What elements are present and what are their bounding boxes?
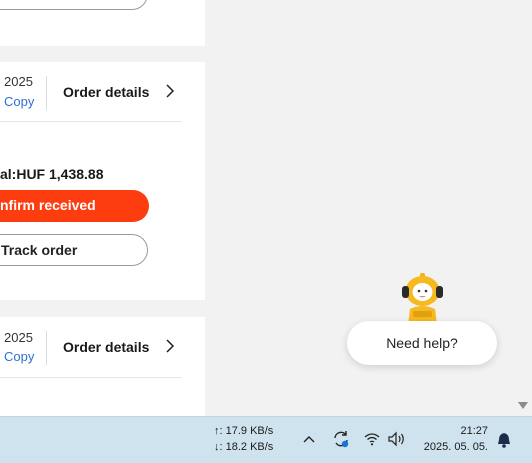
order-card — [0, 0, 205, 46]
network-upload-speed: ↑: 17.9 KB/s — [214, 425, 274, 437]
track-order-button[interactable]: Track order — [0, 234, 148, 266]
order-card: 2025 Copy Order details al:HUF 1,438.88 … — [0, 62, 205, 300]
assistant-robot-icon[interactable] — [400, 273, 446, 325]
taskbar-time[interactable]: 21:27 — [460, 425, 488, 437]
taskbar: ↑: 17.9 KB/s ↓: 18.2 KB/s 21:27 2025. 05… — [0, 416, 532, 463]
divider — [0, 377, 182, 378]
order-details-link[interactable]: Order details — [63, 84, 149, 100]
order-details-link[interactable]: Order details — [63, 339, 149, 355]
scroll-down-arrow-icon[interactable] — [518, 402, 528, 410]
divider — [46, 76, 47, 110]
wifi-icon[interactable] — [364, 432, 380, 446]
order-list-page: 2025 Copy Order details al:HUF 1,438.88 … — [0, 0, 532, 416]
copy-order-number-link[interactable]: Copy — [4, 94, 34, 109]
divider — [46, 331, 47, 365]
divider — [0, 121, 182, 122]
notification-bell-icon[interactable] — [497, 432, 511, 448]
copy-order-number-link[interactable]: Copy — [4, 349, 34, 364]
sync-icon[interactable] — [332, 430, 350, 448]
chevron-right-icon[interactable] — [163, 339, 177, 353]
chevron-right-icon[interactable] — [163, 84, 177, 98]
network-download-speed: ↓: 18.2 KB/s — [214, 441, 274, 453]
confirm-received-button[interactable]: nfirm received — [0, 190, 149, 222]
order-total: al:HUF 1,438.88 — [0, 166, 104, 182]
order-action-button[interactable] — [0, 0, 148, 10]
order-card: 2025 Copy Order details — [0, 317, 205, 416]
chevron-up-icon[interactable] — [302, 434, 316, 444]
order-date-year: 2025 — [4, 330, 33, 345]
need-help-button[interactable]: Need help? — [347, 321, 497, 365]
taskbar-date[interactable]: 2025. 05. 05. — [424, 441, 488, 453]
order-date-year: 2025 — [4, 74, 33, 89]
speaker-icon[interactable] — [388, 431, 406, 447]
